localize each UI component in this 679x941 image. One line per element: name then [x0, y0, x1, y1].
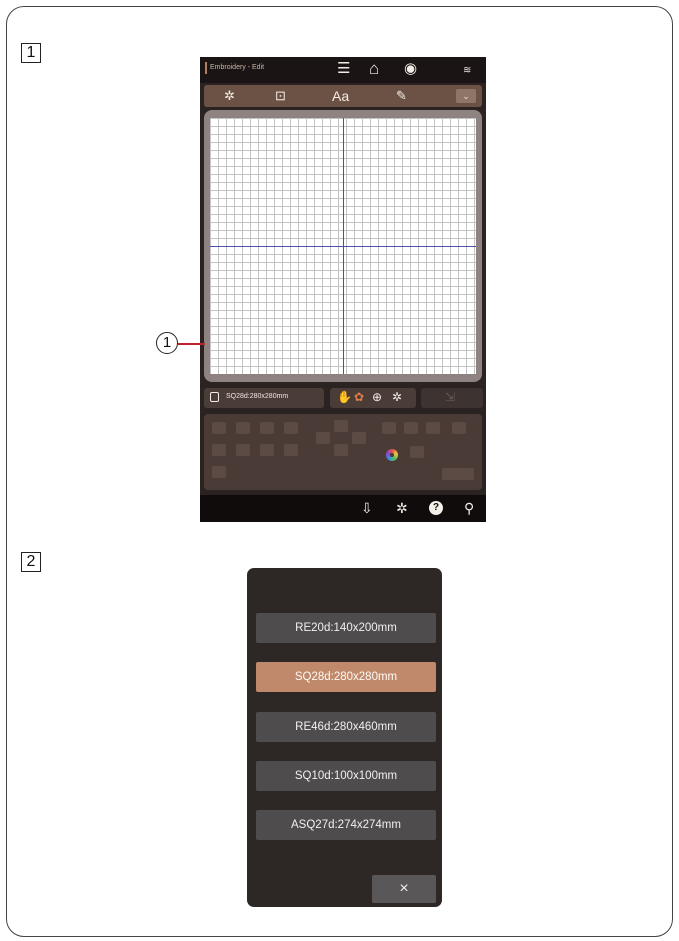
tool-button[interactable] — [410, 446, 424, 458]
toolbar-dropdown-icon[interactable]: ⌄ — [456, 89, 476, 103]
wifi-icon: ≋ — [463, 65, 472, 76]
hoop-icon — [210, 392, 219, 402]
edit-tools-panel — [204, 414, 482, 490]
hoop-select-button[interactable]: SQ28d:280x280mm — [204, 388, 324, 408]
embroidery-grid-canvas[interactable] — [210, 118, 476, 374]
menu-icon[interactable]: ☰ — [337, 61, 350, 77]
move-icon[interactable]: ⇲ — [445, 390, 455, 405]
pattern-select-icon[interactable]: ✲ — [224, 88, 235, 104]
zoom-in-icon[interactable]: ⊕ — [372, 390, 382, 405]
tool-button[interactable] — [236, 444, 250, 456]
frame-pattern-icon[interactable]: ⊡ — [275, 88, 286, 104]
step-number-2: 2 — [21, 552, 41, 572]
tool-button[interactable] — [260, 444, 274, 456]
help-icon[interactable]: ? — [429, 501, 443, 515]
tool-button[interactable] — [212, 422, 226, 434]
color-wheel-icon[interactable] — [386, 449, 398, 461]
hoop-option-sq10d[interactable]: SQ10d:100x100mm — [256, 761, 436, 791]
settings-icon[interactable]: ✲ — [396, 500, 408, 516]
hoop-option-re20d[interactable]: RE20d:140x200mm — [256, 613, 436, 643]
bottom-bar: ⇩ ✲ ? ⚲ — [200, 495, 486, 522]
tool-button[interactable] — [284, 422, 298, 434]
zoom-controls: ✋ ✿ ⊕ ✲ — [330, 388, 416, 408]
edit-toolbar: ✲ ⊡ Aa ✎ ⌄ — [204, 85, 482, 107]
callout-line — [178, 343, 205, 345]
arrow-pad-button[interactable] — [316, 432, 330, 444]
hoop-option-asq27d[interactable]: ASQ27d:274x274mm — [256, 810, 436, 840]
tool-button[interactable] — [426, 422, 440, 434]
tool-button[interactable] — [260, 422, 274, 434]
key-icon[interactable]: ⚲ — [464, 500, 474, 516]
step-number-1: 1 — [21, 43, 41, 63]
arrow-pad-button[interactable] — [334, 444, 348, 456]
hand-scroll-icon[interactable]: ✋ — [337, 390, 352, 405]
hoop-size-label: SQ28d:280x280mm — [226, 393, 289, 400]
tool-button[interactable] — [212, 444, 226, 456]
callout-number: 1 — [156, 332, 178, 354]
edit-pattern-icon[interactable]: ✎ — [396, 88, 407, 104]
horizontal-center-axis — [210, 246, 476, 247]
home-icon[interactable]: ⌂ — [369, 60, 379, 77]
tool-button[interactable] — [382, 422, 396, 434]
brand-logo-icon[interactable]: ◉ — [404, 61, 417, 77]
tool-button[interactable] — [212, 466, 226, 478]
tool-button[interactable] — [404, 422, 418, 434]
tool-button[interactable] — [284, 444, 298, 456]
screen-title: Embroidery - Edit — [204, 62, 265, 74]
arrow-pad-button[interactable] — [334, 420, 348, 432]
tool-button[interactable] — [442, 468, 474, 480]
close-button[interactable]: × — [372, 875, 436, 903]
zoom-out-icon[interactable]: ✲ — [392, 390, 402, 405]
move-controls: ⇲ — [421, 388, 483, 408]
upload-icon[interactable]: ⇩ — [361, 500, 373, 516]
status-bar: Embroidery - Edit ☰ ⌂ ◉ ≋ — [200, 57, 486, 83]
tool-button[interactable] — [452, 422, 466, 434]
hoop-option-sq28d-selected[interactable]: SQ28d:280x280mm — [256, 662, 436, 692]
text-lettering-icon[interactable]: Aa — [332, 88, 349, 104]
arrow-pad-button[interactable] — [352, 432, 366, 444]
flower-view-icon[interactable]: ✿ — [354, 390, 364, 405]
tool-button[interactable] — [236, 422, 250, 434]
device-screen: Embroidery - Edit ☰ ⌂ ◉ ≋ ✲ ⊡ Aa ✎ ⌄ SQ2… — [200, 57, 486, 522]
hoop-selection-dialog: RE20d:140x200mm SQ28d:280x280mm RE46d:28… — [247, 568, 442, 907]
hoop-option-re46d[interactable]: RE46d:280x460mm — [256, 712, 436, 742]
